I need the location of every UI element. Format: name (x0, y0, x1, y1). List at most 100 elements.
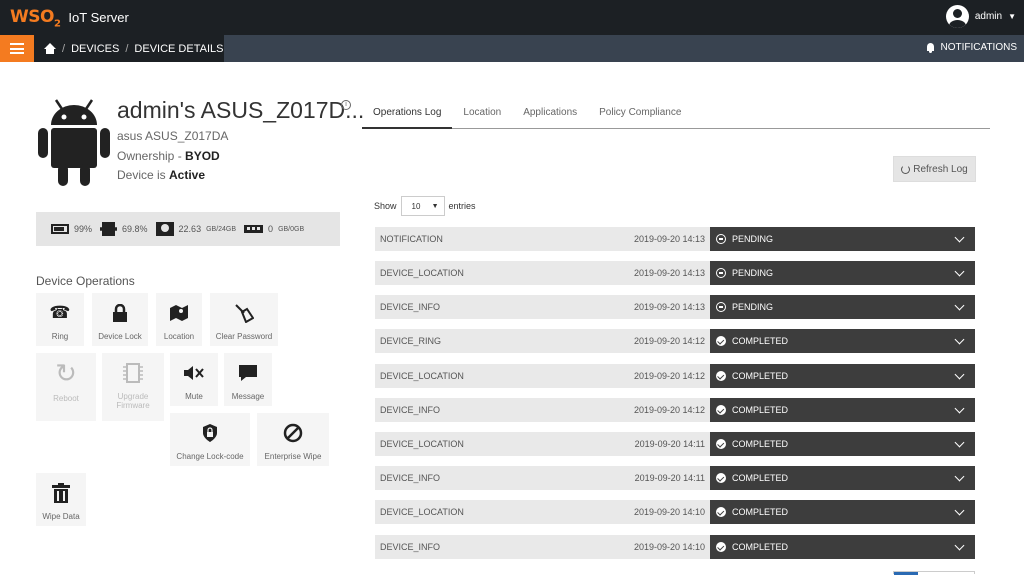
chevron-down-icon[interactable] (954, 437, 965, 447)
message-button[interactable]: Message (224, 353, 272, 406)
reboot-button[interactable]: ↻ Reboot (36, 353, 96, 421)
ram-icon (244, 225, 264, 233)
pending-icon (716, 234, 726, 244)
status-bar: PENDING (710, 295, 975, 319)
app-title: IoT Server (68, 10, 129, 25)
hamburger-icon (10, 43, 24, 45)
tab-applications[interactable]: Applications (512, 104, 588, 128)
entries-control: Show 10 ▼ entries (374, 196, 476, 216)
chevron-down-icon[interactable] (954, 232, 965, 242)
status-badge: COMPLETED (732, 507, 789, 517)
bell-icon (926, 42, 935, 53)
user-menu[interactable]: admin ▼ (945, 5, 1016, 28)
user-icon (945, 5, 969, 28)
status-badge: COMPLETED (732, 473, 789, 483)
breadcrumb: / DEVICES / DEVICE DETAILS (34, 35, 224, 62)
notifications-label: NOTIFICATIONS (940, 42, 1017, 53)
caret-down-icon: ▼ (431, 202, 439, 210)
operation-code: DEVICE_INFO (380, 405, 441, 415)
chevron-down-icon[interactable] (954, 300, 965, 310)
storage-icon (155, 222, 174, 236)
status-badge: COMPLETED (732, 542, 789, 552)
operation-time: 2019-09-20 14:13 (633, 268, 705, 278)
chevron-down-icon[interactable] (954, 369, 965, 379)
chevron-down-icon[interactable] (954, 471, 965, 481)
chevron-down-icon[interactable] (954, 540, 965, 550)
chevron-down-icon[interactable] (954, 334, 965, 344)
chevron-down-icon[interactable] (954, 505, 965, 515)
upgrade-firmware-button[interactable]: Upgrade Firmware (102, 353, 164, 421)
top-bar: WSO2 IoT Server admin ▼ (0, 0, 1024, 35)
operation-code: DEVICE_RING (380, 336, 442, 346)
tab-operations-log[interactable]: Operations Log (362, 104, 453, 129)
pending-icon (716, 302, 726, 312)
breadcrumb-device-details[interactable]: DEVICE DETAILS (134, 43, 223, 55)
tab-location[interactable]: Location (452, 104, 512, 128)
status-bar: COMPLETED (710, 500, 975, 524)
home-icon[interactable] (44, 42, 56, 55)
tab-policy-compliance[interactable]: Policy Compliance (588, 104, 692, 128)
entries-label: entries (448, 201, 476, 211)
device-ownership: Ownership - BYOD (117, 149, 220, 163)
show-label: Show (374, 201, 397, 211)
status-badge: PENDING (732, 268, 774, 278)
reboot-icon: ↻ (55, 357, 77, 388)
table-row[interactable]: DEVICE_INFO 2019-09-20 14:10 COMPLETED (375, 535, 975, 559)
table-row[interactable]: DEVICE_LOCATION 2019-09-20 14:11 COMPLETED (375, 432, 975, 456)
ownership-value: BYOD (185, 149, 220, 163)
status-badge: COMPLETED (732, 336, 789, 346)
table-row[interactable]: DEVICE_INFO 2019-09-20 14:11 COMPLETED (375, 466, 975, 490)
notifications-link[interactable]: NOTIFICATIONS (926, 42, 1017, 53)
row-info: DEVICE_INFO 2019-09-20 14:13 (375, 295, 710, 319)
status-badge: PENDING (732, 234, 774, 244)
table-row[interactable]: DEVICE_LOCATION 2019-09-20 14:10 COMPLETED (375, 500, 975, 524)
table-row[interactable]: DEVICE_INFO 2019-09-20 14:13 PENDING (375, 295, 975, 319)
status-value: Active (169, 168, 206, 182)
logo-sub: 2 (53, 18, 61, 30)
android-icon (38, 99, 110, 186)
operation-time: 2019-09-20 14:10 (633, 542, 705, 552)
completed-icon (716, 542, 726, 552)
table-row[interactable]: NOTIFICATION 2019-09-20 14:13 PENDING (375, 227, 975, 251)
wso2-logo[interactable]: WSO2 IoT Server (10, 7, 129, 29)
chevron-down-icon[interactable] (954, 403, 965, 413)
hamburger-menu-button[interactable] (0, 35, 34, 62)
info-icon[interactable]: i (341, 100, 351, 110)
change-lock-code-button[interactable]: Change Lock-code (170, 413, 250, 466)
chevron-down-icon[interactable] (954, 266, 965, 276)
location-button[interactable]: Location (156, 293, 202, 346)
table-row[interactable]: DEVICE_LOCATION 2019-09-20 14:12 COMPLETED (375, 364, 975, 388)
completed-icon (716, 336, 726, 346)
page-size-select[interactable]: 10 ▼ (400, 196, 445, 216)
status-badge: COMPLETED (732, 371, 789, 381)
operation-code: DEVICE_LOCATION (380, 268, 464, 278)
completed-icon (716, 371, 726, 381)
enterprise-wipe-button[interactable]: Enterprise Wipe (257, 413, 329, 466)
completed-icon (716, 439, 726, 449)
message-icon (238, 362, 258, 384)
table-row[interactable]: DEVICE_INFO 2019-09-20 14:12 COMPLETED (375, 398, 975, 422)
operation-code: NOTIFICATION (380, 234, 443, 244)
row-info: DEVICE_LOCATION 2019-09-20 14:12 (375, 364, 710, 388)
row-info: NOTIFICATION 2019-09-20 14:13 (375, 227, 710, 251)
status-bar: COMPLETED (710, 535, 975, 559)
status-bar: COMPLETED (710, 329, 975, 353)
wipe-data-button[interactable]: Wipe Data (36, 473, 86, 526)
row-info: DEVICE_LOCATION 2019-09-20 14:11 (375, 432, 710, 456)
logo-text: WSO (10, 7, 54, 27)
clear-password-button[interactable]: Clear Password (210, 293, 278, 346)
operation-time: 2019-09-20 14:12 (633, 405, 705, 415)
mute-button[interactable]: Mute (170, 353, 218, 406)
battery-icon (51, 224, 69, 234)
table-row[interactable]: DEVICE_RING 2019-09-20 14:12 COMPLETED (375, 329, 975, 353)
device-stats: 99% 69.8% 22.63 GB/24GB 0 GB/0GB (36, 212, 340, 246)
table-row[interactable]: DEVICE_LOCATION 2019-09-20 14:13 PENDING (375, 261, 975, 285)
operation-time: 2019-09-20 14:10 (633, 507, 705, 517)
row-info: DEVICE_RING 2019-09-20 14:12 (375, 329, 710, 353)
breadcrumb-devices[interactable]: DEVICES (71, 43, 119, 55)
ring-button[interactable]: ☎ Ring (36, 293, 84, 346)
status-badge: PENDING (732, 302, 774, 312)
device-lock-button[interactable]: Device Lock (92, 293, 148, 346)
refresh-log-button[interactable]: Refresh Log (893, 156, 976, 182)
completed-icon (716, 507, 726, 517)
